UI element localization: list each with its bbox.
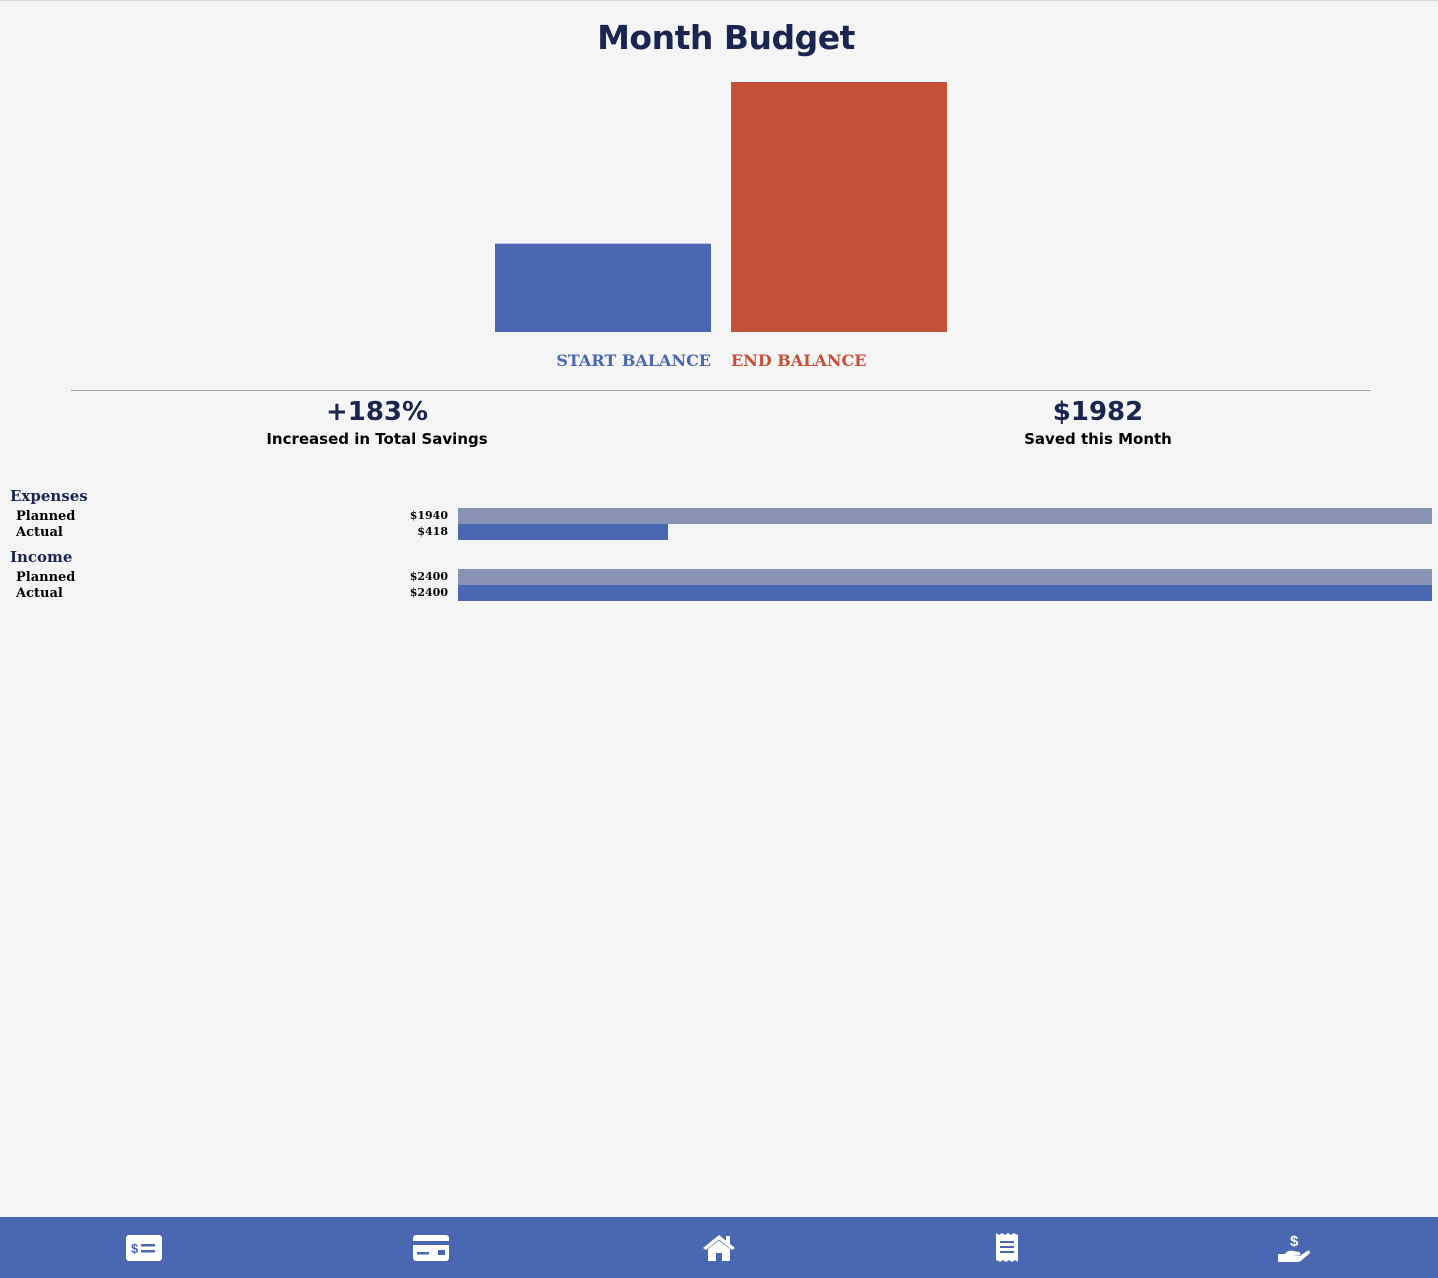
start-balance-bar — [495, 243, 711, 332]
expenses-title: Expenses — [10, 487, 88, 505]
income-actual-bar — [458, 585, 1432, 601]
expenses-actual-fill — [458, 524, 668, 540]
income-actual-value: $2400 — [409, 586, 448, 599]
expenses-actual-bar — [458, 524, 1432, 540]
credit-card-icon — [413, 1234, 450, 1261]
money-bill-icon: $ — [125, 1234, 162, 1261]
receipt-icon — [995, 1232, 1018, 1262]
tab-hand-holding-dollar[interactable]: $ — [1150, 1217, 1438, 1278]
balance-chart: START BALANCE END BALANCE — [495, 82, 947, 370]
divider — [71, 390, 1371, 391]
svg-text:$: $ — [1290, 1233, 1299, 1250]
expenses-actual-value: $418 — [417, 525, 448, 538]
tab-home[interactable] — [575, 1217, 863, 1278]
end-balance-label: END BALANCE — [731, 351, 866, 370]
home-icon — [702, 1234, 735, 1261]
savings-increase-stat: +183% Increased in Total Savings — [177, 396, 577, 450]
saved-month-stat: $1982 Saved this Month — [898, 396, 1298, 450]
savings-increase-value: +183% — [325, 397, 429, 427]
tab-credit-card[interactable] — [288, 1217, 576, 1278]
tab-receipt[interactable] — [863, 1217, 1151, 1278]
expenses-planned-value: $1940 — [409, 509, 448, 522]
bottom-tab-bar: $ $ — [0, 1217, 1438, 1278]
saved-month-value: $1982 — [1052, 397, 1144, 427]
income-planned-fill — [458, 569, 1432, 585]
svg-text:$: $ — [131, 1241, 139, 1256]
income-title: Income — [10, 548, 73, 566]
income-planned-bar — [458, 569, 1432, 585]
tab-money-bill[interactable]: $ — [0, 1217, 288, 1278]
hand-holding-dollar-icon: $ — [1278, 1233, 1311, 1262]
expenses-planned-bar — [458, 508, 1432, 524]
start-balance-label: START BALANCE — [556, 351, 711, 370]
income-planned-value: $2400 — [409, 570, 448, 583]
income-actual-fill — [458, 585, 1432, 601]
savings-increase-label: Increased in Total Savings — [266, 430, 488, 448]
end-balance-bar — [731, 82, 947, 332]
expenses-planned-fill — [458, 508, 1432, 524]
saved-month-label: Saved this Month — [1024, 430, 1172, 448]
